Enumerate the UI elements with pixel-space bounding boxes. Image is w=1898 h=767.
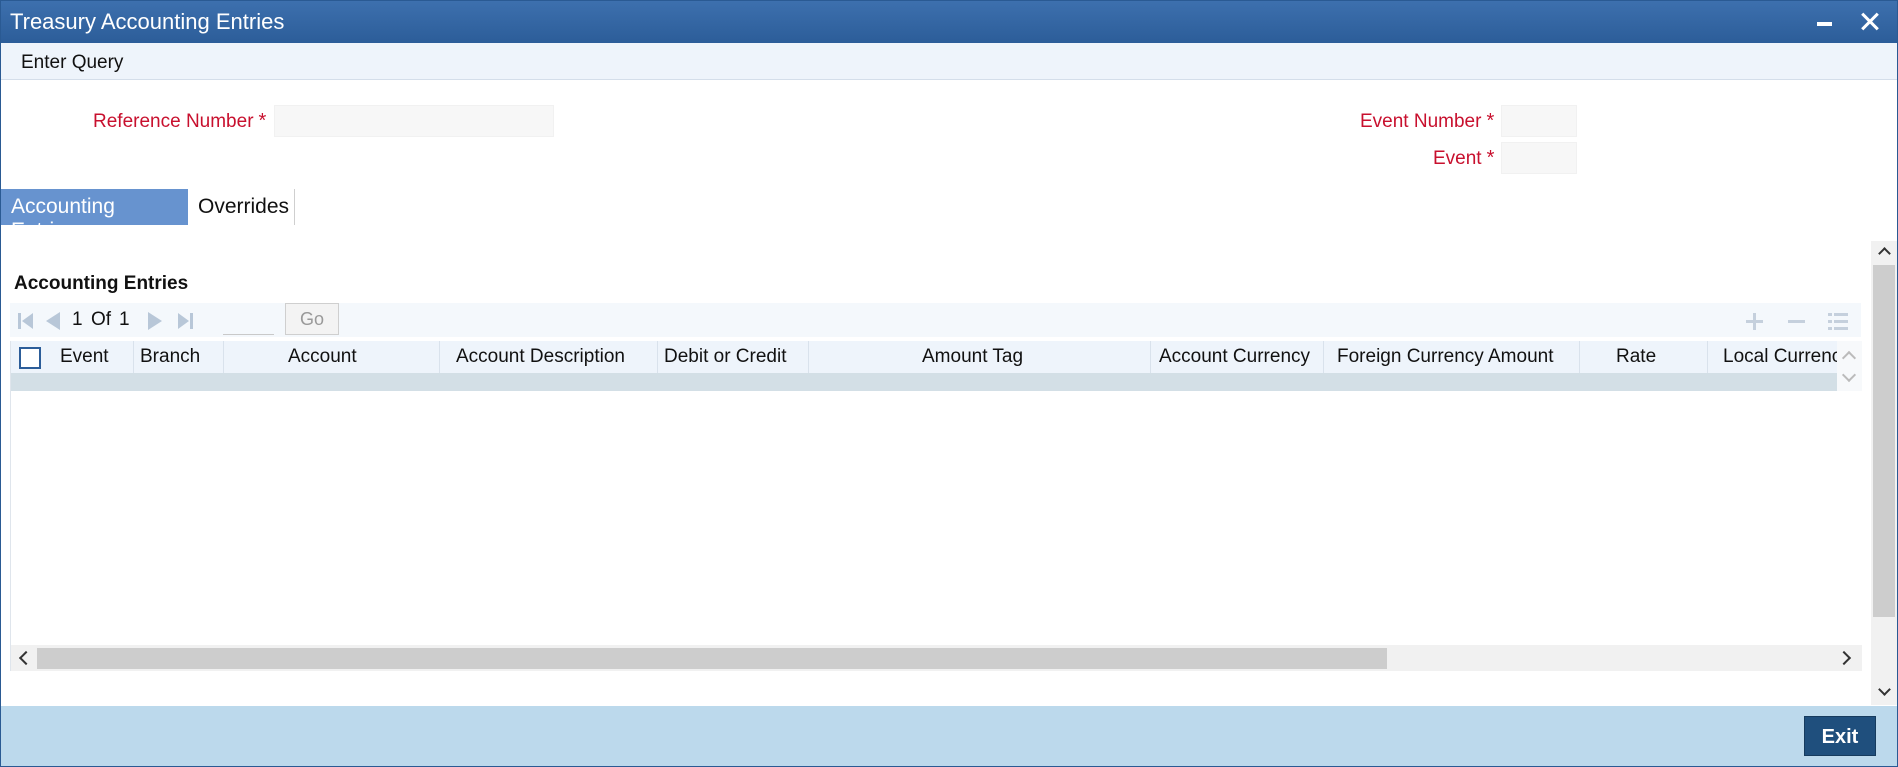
column-header-account-description[interactable]: Account Description	[456, 346, 625, 368]
column-header-event[interactable]: Event	[60, 346, 109, 368]
column-separator	[133, 341, 134, 373]
select-all-checkbox[interactable]	[19, 347, 41, 369]
enter-query-menu-item[interactable]: Enter Query	[21, 52, 123, 74]
column-header-account-currency[interactable]: Account Currency	[1159, 346, 1310, 368]
table-row[interactable]	[11, 373, 1837, 391]
column-header-branch[interactable]: Branch	[140, 346, 200, 368]
title-bar: Treasury Accounting Entries	[1, 1, 1897, 43]
column-header-debit-or-credit[interactable]: Debit or Credit	[664, 346, 787, 368]
horizontal-scroll-thumb[interactable]	[37, 648, 1387, 669]
required-marker: *	[1486, 110, 1495, 132]
required-marker: *	[1486, 147, 1495, 169]
scroll-up-icon[interactable]	[1878, 247, 1891, 260]
column-header-foreign-currency-amount[interactable]: Foreign Currency Amount	[1337, 346, 1554, 368]
treasury-accounting-entries-window: Treasury Accounting Entries Enter Query …	[0, 0, 1898, 767]
event-label: Event *	[1433, 147, 1494, 170]
next-page-icon[interactable]	[144, 311, 164, 331]
footer-bar: Exit	[1, 706, 1897, 766]
chevron-down-icon[interactable]	[1841, 367, 1857, 383]
vertical-scroll-thumb[interactable]	[1873, 265, 1895, 617]
menu-bar: Enter Query	[1, 43, 1897, 80]
table-inner-scrollbar[interactable]	[1837, 341, 1862, 391]
column-separator	[1707, 341, 1708, 373]
tab-overrides[interactable]: Overrides	[188, 189, 295, 225]
minimize-icon[interactable]	[1807, 5, 1841, 39]
scroll-down-icon[interactable]	[1878, 683, 1891, 696]
column-header-account[interactable]: Account	[288, 346, 357, 368]
reference-number-input[interactable]	[274, 105, 554, 137]
last-page-icon[interactable]	[176, 311, 196, 331]
column-separator	[808, 341, 809, 373]
horizontal-scrollbar[interactable]	[11, 645, 1862, 671]
single-view-icon[interactable]	[1827, 310, 1849, 332]
grid-toolbar: 1 Of 1 Go	[10, 303, 1861, 337]
column-separator	[657, 341, 658, 373]
column-header-local-currency[interactable]: Local Currenc	[1723, 346, 1837, 368]
exit-button[interactable]: Exit	[1804, 716, 1876, 756]
required-marker: *	[258, 110, 267, 132]
add-row-icon[interactable]	[1744, 310, 1766, 332]
column-header-rate[interactable]: Rate	[1616, 346, 1656, 368]
chevron-up-icon[interactable]	[1841, 350, 1857, 366]
vertical-scrollbar[interactable]	[1871, 241, 1897, 705]
current-page: 1	[72, 309, 83, 330]
page-number-input[interactable]	[223, 305, 274, 335]
column-separator	[439, 341, 440, 373]
column-separator	[1579, 341, 1580, 373]
previous-page-icon[interactable]	[43, 311, 63, 331]
total-pages: 1	[119, 309, 130, 330]
event-input[interactable]	[1501, 142, 1577, 174]
column-separator	[1150, 341, 1151, 373]
reference-number-label-text: Reference Number	[93, 111, 254, 132]
event-number-input[interactable]	[1501, 105, 1577, 137]
reference-number-label: Reference Number *	[93, 110, 266, 133]
first-page-icon[interactable]	[16, 311, 36, 331]
page-of-label: Of	[91, 309, 112, 330]
accounting-entries-table: Event Branch Account Account Description…	[10, 341, 1862, 671]
tab-accounting-entries[interactable]: Accounting Entries	[1, 189, 188, 242]
scroll-right-icon[interactable]	[1836, 650, 1852, 666]
column-header-amount-tag[interactable]: Amount Tag	[922, 346, 1023, 368]
scroll-left-icon[interactable]	[18, 650, 34, 666]
event-number-label: Event Number *	[1360, 110, 1494, 133]
event-label-text: Event	[1433, 148, 1482, 169]
section-title: Accounting Entries	[14, 273, 189, 294]
column-separator	[1323, 341, 1324, 373]
go-button[interactable]: Go	[285, 303, 339, 335]
close-icon[interactable]	[1853, 5, 1887, 39]
table-header: Event Branch Account Account Description…	[11, 341, 1837, 373]
event-number-label-text: Event Number	[1360, 111, 1482, 132]
delete-row-icon[interactable]	[1786, 310, 1808, 332]
column-separator	[223, 341, 224, 373]
window-title: Treasury Accounting Entries	[10, 9, 285, 34]
